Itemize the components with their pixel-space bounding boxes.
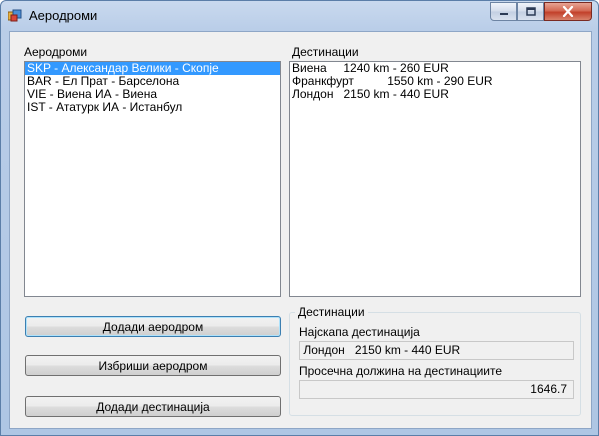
delete-airport-button[interactable]: Избриши аеродром <box>25 355 281 376</box>
cheapest-destination-field[interactable]: Лондон 2150 km - 440 EUR <box>299 341 574 360</box>
client-area: Аеродроми SKP - Александар Велики - Скоп… <box>9 31 592 429</box>
title-bar[interactable]: Аеродроми <box>1 1 598 31</box>
average-length-field[interactable]: 1646.7 <box>299 380 574 399</box>
minimize-icon <box>499 12 508 15</box>
minimize-button[interactable] <box>490 2 517 21</box>
close-button[interactable] <box>544 2 592 21</box>
cheapest-destination-label: Најскапа дестинација <box>299 325 420 339</box>
average-length-label: Просечна должина на дестинациите <box>299 364 503 378</box>
airports-listbox[interactable]: SKP - Александар Велики - Скопје BAR - Е… <box>24 61 281 297</box>
add-airport-button[interactable]: Додади аеродром <box>25 316 281 337</box>
close-icon <box>562 6 574 17</box>
add-destination-button[interactable]: Додади дестинација <box>25 396 281 417</box>
maximize-button[interactable] <box>517 2 544 21</box>
list-item[interactable]: Лондон 2150 km - 440 EUR <box>290 88 580 101</box>
app-window-icon <box>8 9 22 22</box>
destinations-label: Дестинации <box>292 45 359 59</box>
maximize-icon <box>525 6 536 16</box>
airports-label: Аеродроми <box>24 45 88 59</box>
destinations-listbox[interactable]: Виена 1240 km - 260 EUR Франкфурт 1550 k… <box>289 61 581 297</box>
list-item[interactable]: IST - Ататурк ИА - Истанбул <box>25 101 280 114</box>
group-title: Дестинации <box>295 305 368 319</box>
window-title: Аеродроми <box>29 8 98 23</box>
main-window: Аеродроми Аеродроми SKP - Александар Вел… <box>0 0 599 436</box>
